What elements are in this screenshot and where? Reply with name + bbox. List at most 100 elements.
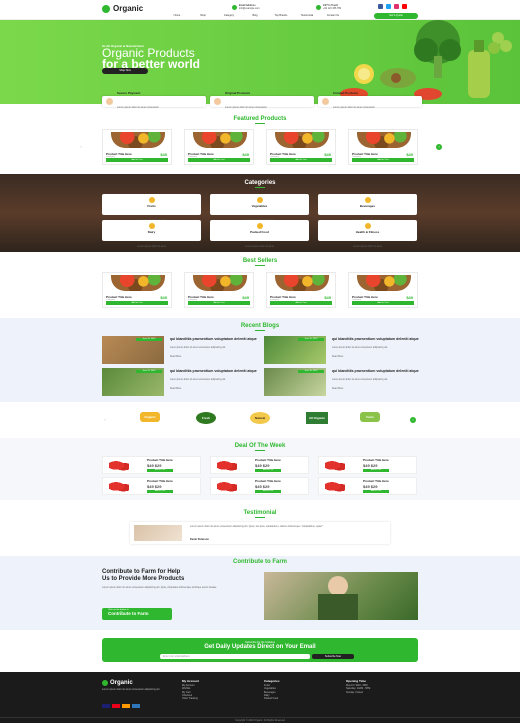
category-name: Health & Fitness xyxy=(355,230,380,234)
category-health-fitness[interactable]: Health & Fitness Lorem ipsum dolor sit am… xyxy=(318,220,417,248)
category-packed-food[interactable]: Packed Food Lorem ipsum dolor sit amet xyxy=(210,220,309,248)
add-to-cart-button[interactable]: Add to Cart xyxy=(352,301,414,305)
twitter-icon[interactable] xyxy=(386,4,391,9)
product-card[interactable]: Product Title Here Category $49 Add to Cart xyxy=(102,129,172,165)
read-more-link[interactable]: Read More xyxy=(170,356,260,359)
subscribe-button[interactable]: Subscribe Now xyxy=(312,654,354,659)
brand-logo[interactable]: Fresh xyxy=(196,412,216,424)
product-card[interactable]: Product Title Here Category $49 Add to Cart xyxy=(266,129,336,165)
blog-post-title[interactable]: qui blanditiis praesentium voluptatum de… xyxy=(170,337,260,341)
deal-card[interactable]: Product Title Here $49 $29 Add to Cart xyxy=(210,477,309,495)
read-more-link[interactable]: Read More xyxy=(332,356,422,359)
feature-title: Original Products xyxy=(225,90,251,95)
nav-blog[interactable]: Blog xyxy=(242,14,268,17)
feature-original-products: Original Products Lorem ipsum dolor sit a… xyxy=(210,91,314,109)
nav-testimonial[interactable]: Testimonial xyxy=(294,14,320,17)
add-to-cart-button[interactable]: Add to Cart xyxy=(147,490,173,493)
deal-card[interactable]: Product Title Here $49 $29 Add to Cart xyxy=(318,477,417,495)
brand-name: Organic xyxy=(113,4,144,13)
fruit-icon xyxy=(148,197,155,203)
nav-home[interactable]: Home xyxy=(164,14,190,17)
read-more-link[interactable]: Read More xyxy=(332,388,422,391)
next-arrow-icon[interactable]: › xyxy=(436,144,442,150)
blog-post-title[interactable]: qui blanditiis praesentium voluptatum de… xyxy=(332,369,422,373)
product-card[interactable]: Product Title Here Category $49 Add to Cart xyxy=(102,272,172,308)
nav-shop[interactable]: Shop xyxy=(190,14,216,17)
phone-icon xyxy=(316,4,321,10)
category-beverages[interactable]: BeveragesLorem ipsum dolor sit amet xyxy=(318,194,417,222)
product-card[interactable]: Product Title Here Category $49 Add to Cart xyxy=(348,129,418,165)
contribute-button[interactable]: Click on the button to Contribute to Far… xyxy=(102,608,172,620)
product-price: $49 xyxy=(324,295,331,300)
brands-prev-icon[interactable]: ‹ xyxy=(102,417,108,423)
add-to-cart-button[interactable]: Add to Cart xyxy=(106,158,168,162)
footer-categories: Categories Fruits Vegetables Beverages D… xyxy=(264,679,280,701)
instagram-icon[interactable] xyxy=(394,4,399,9)
deal-title: Product Title Here xyxy=(363,458,389,462)
add-to-cart-button[interactable]: Add to Cart xyxy=(270,301,332,305)
blog-image[interactable]: June 15, 2022 xyxy=(102,336,164,364)
product-price: $49 xyxy=(242,295,249,300)
deal-card[interactable]: Product Title Here $49 $29 Add to Cart xyxy=(318,456,417,474)
fitness-icon xyxy=(364,223,371,229)
add-to-cart-button[interactable]: Add to Cart xyxy=(188,158,250,162)
best-sellers-title: Best Sellers xyxy=(242,258,278,266)
nav-contact[interactable]: Contact Us xyxy=(320,14,346,17)
prev-arrow-icon[interactable]: ‹ xyxy=(78,144,84,150)
deal-card[interactable]: Product Title Here $49 $29 Add to Cart xyxy=(102,456,201,474)
brand-logo[interactable]: All Organic xyxy=(306,412,328,424)
testimonial-title: Testimonial xyxy=(243,510,277,518)
add-to-cart-button[interactable]: Add to Cart xyxy=(270,158,332,162)
add-to-cart-button[interactable]: Add to Cart xyxy=(188,301,250,305)
product-card[interactable]: Product Title Here Category $49 Add to Cart xyxy=(266,272,336,308)
add-to-cart-button[interactable]: Add to Cart xyxy=(255,490,281,493)
deal-card[interactable]: Product Title Here $49 $29 Add to Cart xyxy=(102,477,201,495)
tomato-image xyxy=(109,460,129,472)
category-vegetables[interactable]: VegetablesLorem ipsum dolor sit amet xyxy=(210,194,309,222)
brand-logo[interactable]: Natural xyxy=(250,412,270,424)
brands-next-icon[interactable]: › xyxy=(410,417,416,423)
brand-logo[interactable]: Farm xyxy=(360,412,380,422)
shop-now-button[interactable]: Shop Now xyxy=(102,68,148,74)
facebook-icon[interactable] xyxy=(378,4,383,9)
blog-image[interactable]: June 15, 2022 xyxy=(264,368,326,396)
product-card[interactable]: Product Title Here Category $49 Add to Cart xyxy=(184,129,254,165)
add-to-cart-button[interactable]: Add to Cart xyxy=(352,158,414,162)
read-more-link[interactable]: Read More xyxy=(170,388,260,391)
footer-logo[interactable]: Organic xyxy=(102,680,133,686)
blog-post-title[interactable]: qui blanditiis praesentium voluptatum de… xyxy=(332,337,422,341)
farmer-image xyxy=(264,572,418,620)
call-value[interactable]: +00 123 456 789 xyxy=(323,7,341,10)
contribute-title: Contribute to Farm xyxy=(233,559,287,565)
email-input[interactable]: Enter your email address xyxy=(160,654,310,659)
brand-logo[interactable]: Organic xyxy=(140,412,160,422)
logo[interactable]: Organic xyxy=(102,4,143,13)
add-to-cart-button[interactable]: Add to Cart xyxy=(255,469,281,472)
category-dairy[interactable]: Dairy Lorem ipsum dolor sit amet xyxy=(102,220,201,248)
add-to-cart-button[interactable]: Add to Cart xyxy=(106,301,168,305)
deal-price: $49 $29 xyxy=(147,484,162,489)
footer-link[interactable]: Order Tracking xyxy=(182,697,199,700)
product-price: $49 xyxy=(160,152,167,157)
add-to-cart-button[interactable]: Add to Cart xyxy=(147,469,173,472)
blog-post-title[interactable]: qui blanditiis praesentium voluptatum de… xyxy=(170,369,260,373)
product-price: $49 xyxy=(324,152,331,157)
quote-button[interactable]: Get A Quote xyxy=(374,13,418,19)
blog-image[interactable]: June 15, 2022 xyxy=(264,336,326,364)
product-card[interactable]: Product Title Here Category $49 Add to Cart xyxy=(184,272,254,308)
nav-category[interactable]: Category xyxy=(216,14,242,17)
payment-icons xyxy=(102,704,140,708)
category-text: Lorem ipsum dolor sit amet xyxy=(245,245,274,248)
deal-card[interactable]: Product Title Here $49 $29 Add to Cart xyxy=(210,456,309,474)
blog-image[interactable]: June 15, 2022 xyxy=(102,368,164,396)
email-value[interactable]: info@example.com xyxy=(239,7,260,10)
nav-top-brands[interactable]: Top Brands xyxy=(268,14,294,17)
product-card[interactable]: Product Title Here Category $49 Add to Cart xyxy=(348,272,418,308)
product-price: $49 xyxy=(406,295,413,300)
product-image xyxy=(357,132,411,148)
footer-link[interactable]: Packed Food xyxy=(264,697,280,700)
category-fruits[interactable]: FruitsLorem ipsum dolor sit amet xyxy=(102,194,201,222)
add-to-cart-button[interactable]: Add to Cart xyxy=(363,469,389,472)
add-to-cart-button[interactable]: Add to Cart xyxy=(363,490,389,493)
youtube-icon[interactable] xyxy=(402,4,407,9)
